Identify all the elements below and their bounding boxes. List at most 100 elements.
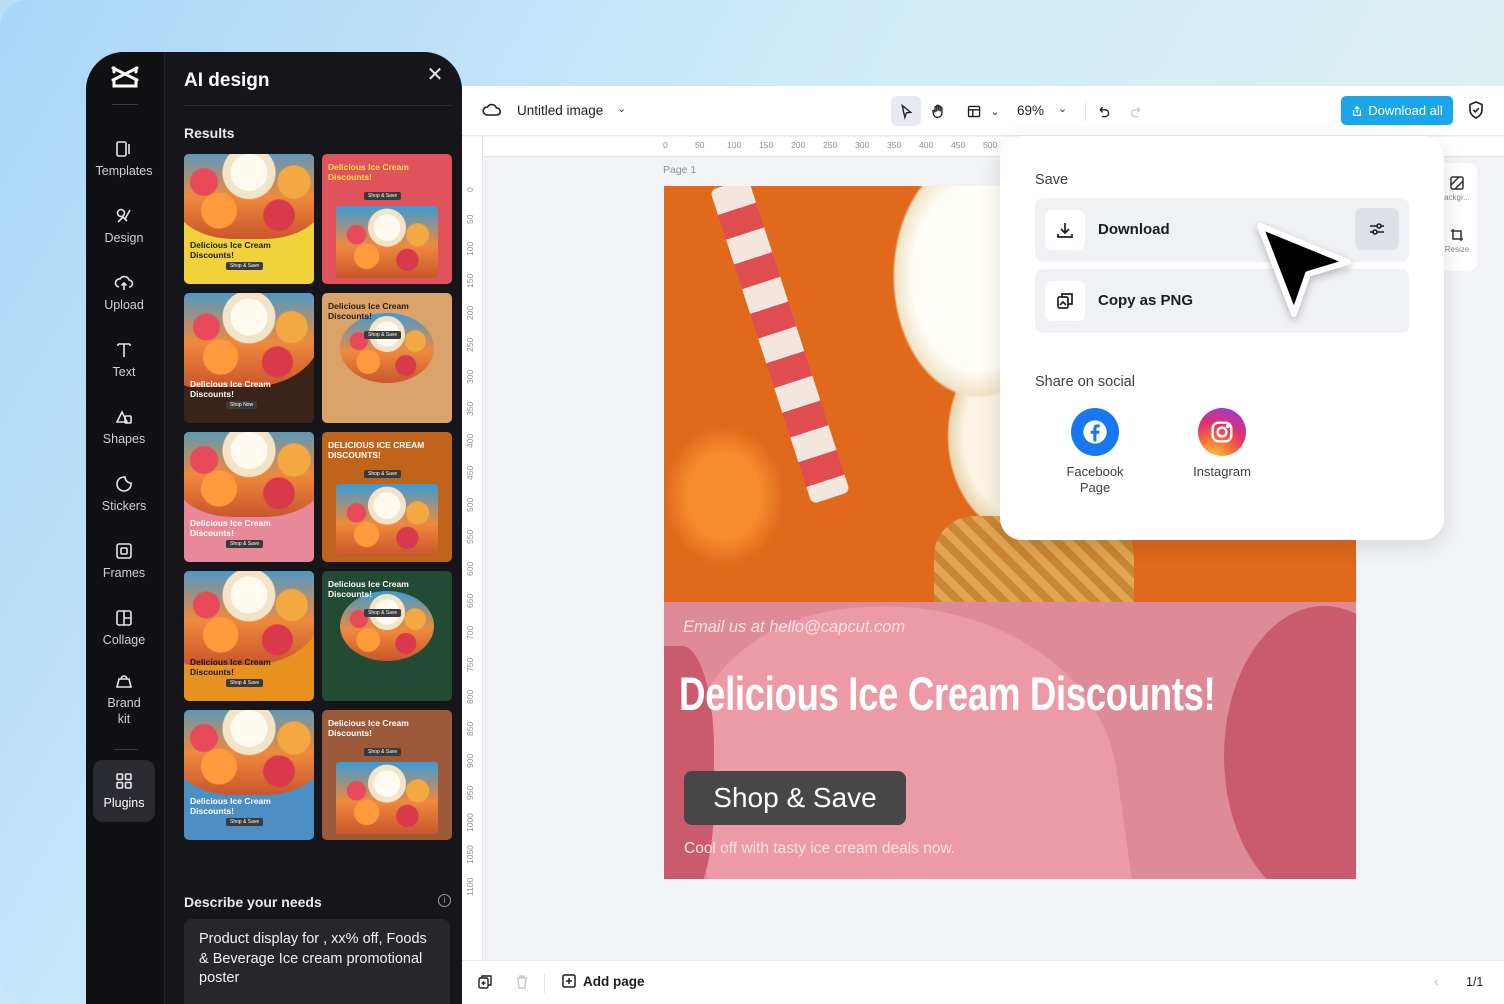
ruler-tick-label: 350 bbox=[887, 140, 902, 150]
headline-text[interactable]: Delicious Ice Cream Discounts! bbox=[679, 666, 1216, 721]
download-settings-button[interactable] bbox=[1355, 208, 1399, 250]
sidebar-item-stickers[interactable]: Stickers bbox=[93, 463, 155, 525]
redo-button[interactable] bbox=[1121, 96, 1151, 126]
document-title[interactable]: Untitled image bbox=[517, 103, 603, 118]
layout-dropdown[interactable]: ⌄ bbox=[980, 96, 1010, 126]
thumbnail-title: Delicious Ice Cream Discounts! bbox=[190, 240, 271, 260]
chevron-down-icon[interactable]: ⌄ bbox=[1058, 102, 1067, 115]
thumbnail-title: Delicious Ice Cream Discounts! bbox=[190, 796, 271, 816]
sidebar-item-label: Stickers bbox=[101, 499, 147, 513]
add-page-icon bbox=[562, 974, 576, 988]
sidebar-item-plugins[interactable]: Plugins bbox=[93, 760, 155, 822]
sidebar-item-collage[interactable]: Collage bbox=[93, 597, 155, 659]
capcut-logo bbox=[111, 66, 139, 88]
result-thumbnail[interactable]: Delicious Ice Cream Discounts! Shop & Sav… bbox=[322, 571, 452, 701]
ruler-tick-label: 700 bbox=[465, 625, 475, 640]
sidebar-item-text[interactable]: Text bbox=[93, 329, 155, 391]
ruler-tick-label: 150 bbox=[465, 273, 475, 288]
sidebar-item-label: Upload bbox=[104, 298, 144, 312]
chevron-down-icon[interactable]: ⌄ bbox=[617, 102, 626, 115]
page-label: Page 1 bbox=[663, 164, 697, 176]
download-all-label: Download all bbox=[1368, 103, 1443, 118]
sidebar-item-label: Design bbox=[104, 231, 144, 245]
bottom-divider bbox=[544, 973, 545, 993]
close-icon[interactable]: ✕ bbox=[426, 65, 444, 85]
hand-icon bbox=[931, 103, 943, 118]
undo-button[interactable] bbox=[1088, 96, 1118, 126]
result-thumbnail[interactable]: Delicious Ice Cream Discounts! Shop & Sav… bbox=[184, 154, 314, 284]
result-thumbnail[interactable]: Delicious Ice Cream Discounts! Shop & Sav… bbox=[322, 154, 452, 284]
sidebar-item-label: Text bbox=[112, 365, 136, 379]
ruler-tick-label: 550 bbox=[465, 529, 475, 544]
thumbnail-photo bbox=[184, 432, 314, 517]
share-facebook[interactable]: Facebook Page bbox=[1050, 408, 1140, 496]
zoom-value[interactable]: 69% bbox=[1017, 103, 1044, 118]
tagline-text[interactable]: Cool off with tasty ice cream deals now. bbox=[684, 840, 955, 858]
thumbnail-title: Delicious Ice Cream Discounts! bbox=[328, 579, 409, 599]
sidebar-item-templates[interactable]: Templates bbox=[93, 128, 155, 190]
result-thumbnail[interactable]: Delicious Ice Cream Discounts! Shop Now bbox=[184, 293, 314, 423]
top-toolbar: Untitled image ⌄ ⌄ 69% ⌄ Download all bbox=[462, 86, 1504, 136]
result-thumbnail[interactable]: Delicious Ice Cream Discounts! Shop & Sav… bbox=[184, 432, 314, 562]
thumbnail-title: Delicious Ice Cream Discounts! bbox=[328, 162, 409, 182]
thumbnail-button: Shop & Save bbox=[226, 540, 264, 548]
download-icon bbox=[1057, 223, 1073, 238]
result-thumbnail[interactable]: Delicious Ice Cream Discounts! Shop & Sav… bbox=[322, 293, 452, 423]
plugins-icon bbox=[116, 773, 132, 789]
add-page-label: Add page bbox=[583, 973, 645, 989]
ruler-tick-label: 500 bbox=[983, 140, 998, 150]
ai-panel-divider bbox=[184, 105, 452, 106]
ruler-tick-label: 1100 bbox=[465, 877, 475, 896]
design-icon bbox=[116, 208, 131, 223]
sidebar-item-label: Plugins bbox=[103, 796, 145, 810]
upload-icon bbox=[114, 275, 134, 290]
ruler-tick-label: 300 bbox=[855, 140, 870, 150]
undo-icon bbox=[1099, 106, 1109, 117]
thumbnail-button: Shop & Save bbox=[226, 262, 264, 270]
chevron-down-icon: ⌄ bbox=[990, 105, 1000, 118]
hand-tool-button[interactable] bbox=[923, 96, 953, 126]
thumbnail-button: Shop & Save bbox=[364, 331, 402, 339]
mouse-cursor-icon bbox=[1257, 223, 1351, 317]
add-page-button[interactable]: Add page bbox=[561, 973, 645, 989]
ruler-tick-label: 450 bbox=[465, 465, 475, 480]
sidebar-item-shapes[interactable]: Shapes bbox=[93, 396, 155, 458]
sidebar-item-brand-kit[interactable]: Brand kit bbox=[93, 664, 155, 734]
ruler-tick-label: 150 bbox=[759, 140, 774, 150]
pointer-icon bbox=[900, 103, 912, 120]
shapes-icon bbox=[115, 410, 132, 424]
resize-icon bbox=[1451, 229, 1463, 241]
trash-icon[interactable] bbox=[514, 974, 530, 990]
download-all-button[interactable]: Download all bbox=[1341, 96, 1453, 125]
sidebar-item-frames[interactable]: Frames bbox=[93, 530, 155, 592]
export-icon bbox=[1353, 105, 1362, 116]
thumbnail-photo bbox=[184, 710, 314, 795]
cloud-icon[interactable] bbox=[482, 100, 502, 120]
result-thumbnail[interactable]: DELICIOUS ICE CREAM DISCOUNTS! Shop & Sav… bbox=[322, 432, 452, 562]
thumbnail-photo bbox=[184, 154, 314, 239]
ruler-tick-label: 350 bbox=[465, 401, 475, 416]
chevron-left-icon[interactable]: ‹ bbox=[1434, 973, 1439, 989]
result-thumbnail[interactable]: Delicious Ice Cream Discounts! Shop & Sav… bbox=[184, 571, 314, 701]
copy-png-label: Copy as PNG bbox=[1098, 292, 1194, 309]
duplicate-page-icon[interactable] bbox=[477, 974, 493, 990]
shop-save-button[interactable]: Shop & Save bbox=[684, 771, 906, 825]
ruler-tick-label: 850 bbox=[465, 721, 475, 736]
prompt-textarea[interactable]: Product display for , xx% off, Foods & B… bbox=[184, 919, 450, 1004]
result-thumbnail[interactable]: Delicious Ice Cream Discounts! Shop & Sav… bbox=[184, 710, 314, 840]
sidebar-item-design[interactable]: Design bbox=[93, 195, 155, 257]
bottom-bar: Add page ‹ 1/1 bbox=[462, 960, 1504, 1004]
share-instagram[interactable]: Instagram bbox=[1177, 408, 1267, 480]
cursor-tool[interactable] bbox=[891, 96, 921, 126]
sidebar-item-upload[interactable]: Upload bbox=[93, 262, 155, 324]
ruler-tick-label: 250 bbox=[465, 337, 475, 352]
logo-divider bbox=[112, 104, 138, 105]
thumbnail-button: Shop Now bbox=[226, 401, 258, 409]
ruler-tick-label: 450 bbox=[951, 140, 966, 150]
email-text[interactable]: Email us at hello@capcut.com bbox=[683, 618, 905, 637]
shield-icon[interactable] bbox=[1466, 100, 1486, 120]
info-icon[interactable]: i bbox=[438, 894, 451, 907]
sliders-icon bbox=[1370, 223, 1384, 235]
download-icon-box bbox=[1045, 210, 1085, 250]
result-thumbnail[interactable]: Delicious Ice Cream Discounts! Shop & Sav… bbox=[322, 710, 452, 840]
